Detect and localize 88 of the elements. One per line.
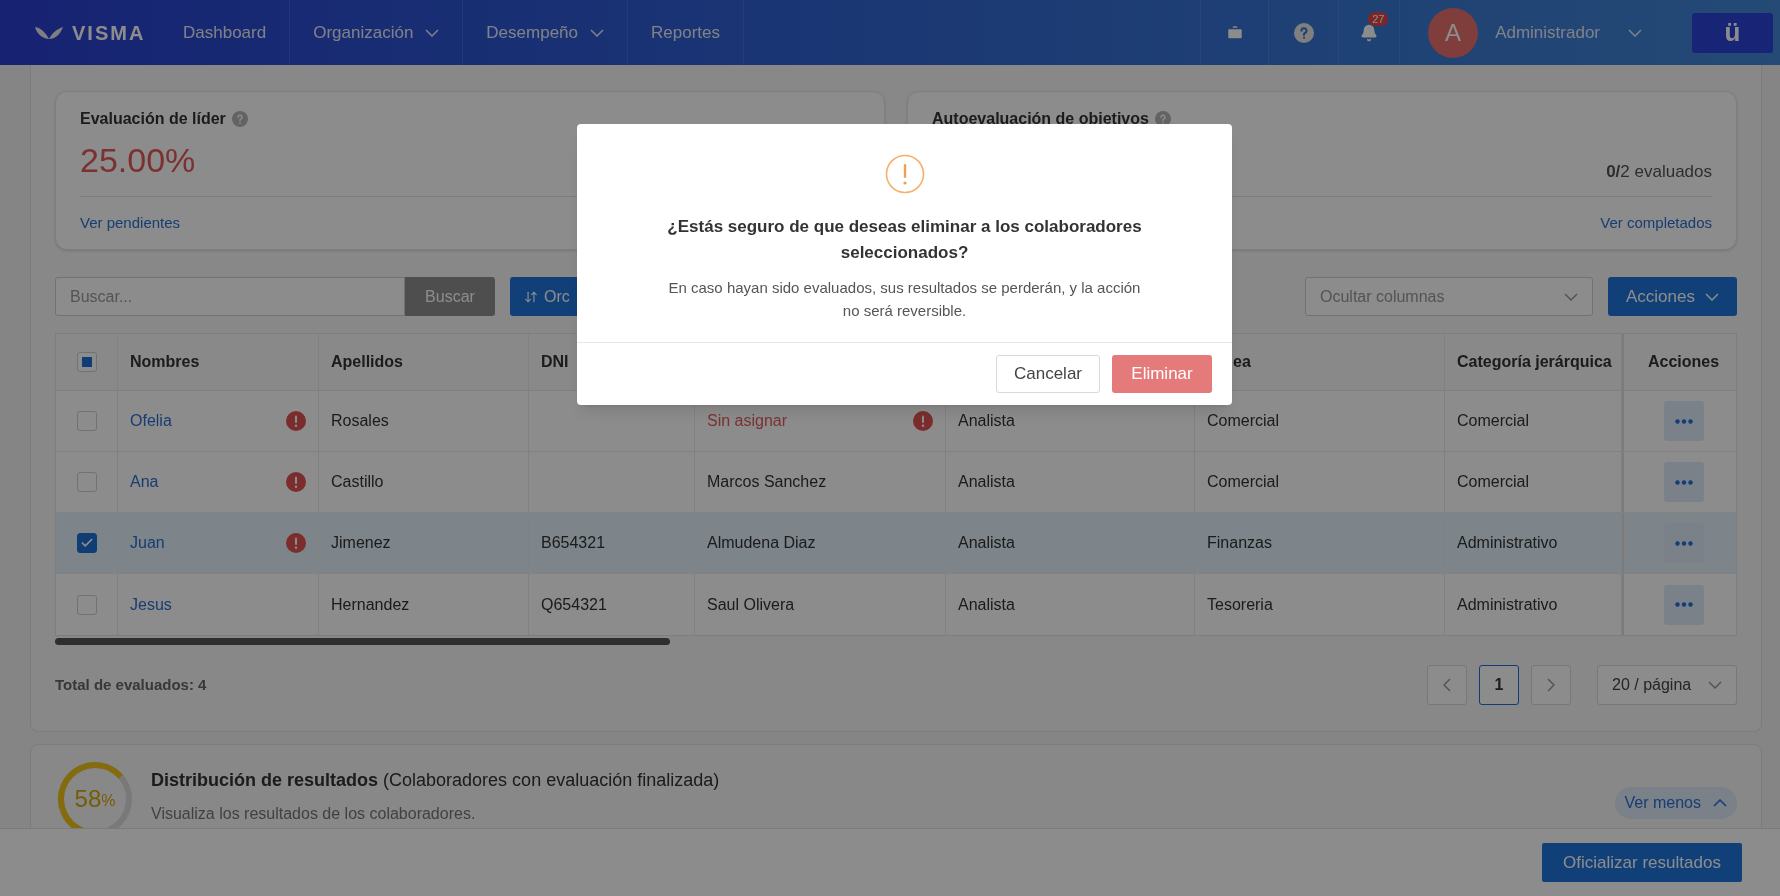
more-icon [1674,540,1693,546]
table-cell-text: Comercial [1207,411,1279,431]
table-row[interactable]: Ana Castillo Marcos Sanchez Analista Comercial Comercial [56,452,1736,513]
table-cell-text: Analista [958,533,1015,553]
chevron-left-icon [1443,678,1451,692]
notification-badge: 27 [1368,12,1389,26]
table-cell-text: Administrativo [1457,594,1558,615]
sort-icon [524,289,538,304]
metric-title: Evaluación de líder [80,109,226,129]
dialog-title: ¿Estás seguro de que deseas eliminar a los colaboradores seleccionados? [666,216,1143,264]
more-icon [1674,418,1693,424]
chevron-up-icon [1713,799,1727,807]
progress-value: 58% [73,784,117,814]
name-link[interactable]: Ofelia [130,409,172,433]
check-icon [79,536,94,550]
briefcase-icon [1225,23,1244,42]
actions-button[interactable]: Acciones [1608,277,1737,316]
user-avatar[interactable]: A [1428,7,1479,58]
more-button[interactable] [1663,462,1704,502]
metric-link[interactable]: Ver completados [1600,211,1712,235]
search-button[interactable]: Buscar [405,277,495,316]
more-button[interactable] [1663,401,1704,441]
table-cell-text: Administrativo [1457,533,1558,553]
table-row[interactable]: Ofelia Rosales Sin asignar Analista Comercial Comercial [56,391,1736,452]
metric-count: 0/2 evaluados [1606,160,1712,183]
warning-icon [913,411,933,431]
table-cell-text: Marcos Sanchez [707,472,827,492]
next-page-button[interactable] [1531,665,1571,705]
publish-results-button[interactable]: Oficializar resultados [1542,843,1742,882]
checkbox[interactable] [76,533,97,553]
column-header: Apellidos [331,352,403,372]
table-row[interactable]: Juan Jimenez B654321 Almudena Diaz Analista Finanzas Administrativo [56,513,1736,574]
horizontal-scrollbar[interactable] [55,638,670,645]
metric-value: 25.00% [80,140,197,181]
warning-icon [884,154,925,194]
user-menu[interactable]: Administrador [1495,19,1642,46]
dialog-message: En caso hayan sido evaluados, sus resultados se perderán, y la acción no será reversible. [667,278,1142,321]
logo-icon [34,25,64,40]
table-cell-text: Almudena Diaz [707,533,816,553]
name-link[interactable]: Jesus [130,592,172,617]
table-cell-text: Analista [958,411,1015,431]
column-header: Acciones [1647,352,1720,372]
table-cell-text: Rosales [331,411,389,431]
more-icon [1674,602,1693,607]
table-cell-text: Comercial [1457,411,1529,431]
search-field[interactable]: Buscar... [55,277,405,316]
more-button[interactable] [1663,584,1704,625]
more-icon [1674,479,1693,485]
name-link[interactable]: Ana [130,470,159,494]
column-header: ea [1233,352,1251,372]
metric-link[interactable]: Ver pendientes [80,211,181,235]
chevron-down-icon [1708,681,1722,689]
column-header: Categoría jerárquica [1457,352,1612,372]
table-cell-text: Tesoreria [1207,594,1273,615]
bell-icon [1360,23,1379,42]
distribution-title: Distribución de resultados (Colaboradores con evaluación finalizada) [151,769,721,792]
chevron-down-icon [1564,292,1578,301]
help-icon [1293,22,1314,43]
table-cell-text: Jimenez [331,533,391,553]
table-cell-text: Saul Olivera [707,594,795,615]
table-cell-text: Hernandez [331,594,410,615]
table-cell-text: Sin asignar [707,411,788,431]
column-header: Nombres [130,352,200,372]
chevron-down-icon [1705,292,1719,301]
chevron-right-icon [1547,678,1555,692]
table-cell-text: Q654321 [541,594,607,615]
table-cell-text: Comercial [1457,472,1529,492]
table-cell-text: Castillo [331,472,384,492]
table-cell-text: Analista [958,472,1015,492]
chevron-down-icon [1628,28,1642,37]
hide-columns-select[interactable]: Ocultar columnas [1305,277,1593,316]
metric-title: Autoevaluación de objetivos [932,109,1149,129]
previous-page-button[interactable] [1427,665,1467,705]
page-button[interactable]: 1 [1479,665,1519,705]
delete-button[interactable]: Eliminar [1112,355,1212,393]
table-cell-text: Comercial [1207,472,1279,492]
column-header: DNI [541,352,569,372]
cancel-button[interactable]: Cancelar [996,355,1100,393]
table-cell-text: Analista [958,594,1015,615]
page-size-select[interactable]: 20 / página [1597,665,1737,705]
table-cell-text: Finanzas [1207,533,1272,553]
total-count: Total de evaluados: 4 [55,674,207,695]
toggle-button[interactable]: Ver menos [1614,787,1737,819]
app-button[interactable]: ü [1692,12,1773,53]
table-cell-text: B654321 [541,533,606,553]
logo-text: VISMA [72,20,146,46]
distribution-subtitle: Visualiza los resultados de los colaboradores. [151,804,477,824]
name-link[interactable]: Juan [130,531,165,555]
